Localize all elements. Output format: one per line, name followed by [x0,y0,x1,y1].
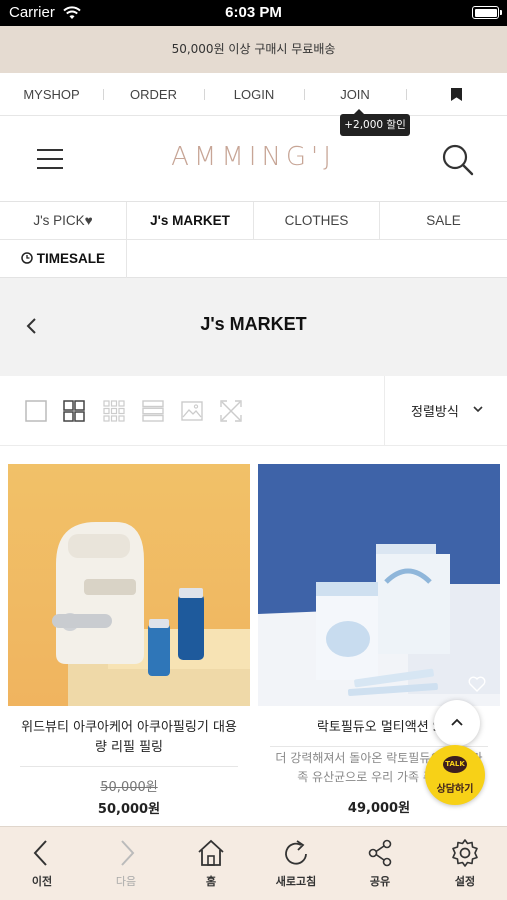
sale-price: 50,000원 [97,802,161,817]
refresh-icon [285,840,307,865]
bottom-app-bar: 이전 다음 홈 새로고침 공유 설정 [0,826,507,900]
talk-bubble-icon: TALK [443,756,467,773]
share-label: 공유 [369,875,391,888]
product-image[interactable] [258,464,500,706]
status-bar: Carrier 6:03 PM [0,0,507,26]
settings-label: 설정 [454,875,476,888]
tab-js-pick[interactable]: J's PICK♥ [0,202,127,240]
battery-icon [472,6,502,19]
forward-arrow-icon [121,840,135,866]
kakao-talk-button[interactable]: TALK 상담하기 [425,745,485,805]
clock-icon [21,252,33,264]
refresh-button[interactable]: 새로고침 [254,827,338,900]
original-price: 50,000원 [100,780,158,795]
scroll-top-button[interactable] [434,700,480,746]
product-card[interactable]: 위드뷰티 아쿠아케어 아쿠아필링기 대용량 리필 필링 50,000원 50,0… [8,464,250,817]
home-label: 홈 [205,875,217,888]
page-title: J's MARKET [200,314,307,334]
prev-button[interactable]: 이전 [0,827,84,900]
top-nav: MYSHOP ORDER LOGIN JOIN [0,73,507,116]
chevron-up-icon [451,718,463,726]
search-icon[interactable] [441,143,475,177]
category-tabs: J's PICK♥ J's MARKET CLOTHES SALE TIMESA… [0,202,507,278]
view-toolbar: 정렬방식 [0,376,507,446]
view-image-icon[interactable] [181,400,203,422]
tab-clothes[interactable]: CLOTHES [254,202,380,240]
nav-divider [406,89,407,100]
view-grid-3-icon[interactable] [103,400,125,422]
card-divider [20,766,238,767]
settings-button[interactable]: 설정 [423,827,507,900]
home-icon [198,839,224,866]
product-image[interactable] [8,464,250,706]
timesale-label: TIMESALE [36,251,106,266]
tab-js-market[interactable]: J's MARKET [127,202,254,240]
chevron-down-icon [473,406,483,413]
gear-icon [452,839,478,867]
prev-label: 이전 [31,875,53,888]
site-logo[interactable]: AMMING'J [0,142,507,172]
product-name[interactable]: 위드뷰티 아쿠아케어 아쿠아필링기 대용량 리필 필링 [8,718,250,758]
view-single-icon[interactable] [25,400,47,422]
sort-label: 정렬방식 [411,405,459,420]
page-title-bar: J's MARKET [0,278,507,376]
view-list-icon[interactable] [142,400,164,422]
talk-label: 상담하기 [436,784,474,795]
share-button[interactable]: 공유 [338,827,422,900]
next-label: 다음 [115,875,137,888]
refresh-label: 새로고침 [275,875,317,888]
tab-sale[interactable]: SALE [380,202,507,240]
login-link[interactable]: LOGIN [204,73,304,116]
myshop-link[interactable]: MYSHOP [0,73,103,116]
promo-banner[interactable]: 50,000원 이상 구매시 무료배송 [0,26,507,73]
order-link[interactable]: ORDER [103,73,204,116]
site-header: AMMING'J [0,116,507,202]
sort-dropdown[interactable]: 정렬방식 [384,376,507,446]
wishlist-heart-icon[interactable] [468,676,486,692]
home-button[interactable]: 홈 [169,827,253,900]
tab-timesale[interactable]: TIMESALE [0,240,127,278]
next-button[interactable]: 다음 [84,827,168,900]
share-icon [368,839,392,867]
view-fullscreen-icon[interactable] [220,400,242,422]
back-arrow-icon [33,840,47,866]
view-grid-2-icon[interactable] [63,400,85,422]
clock: 6:03 PM [225,4,282,21]
